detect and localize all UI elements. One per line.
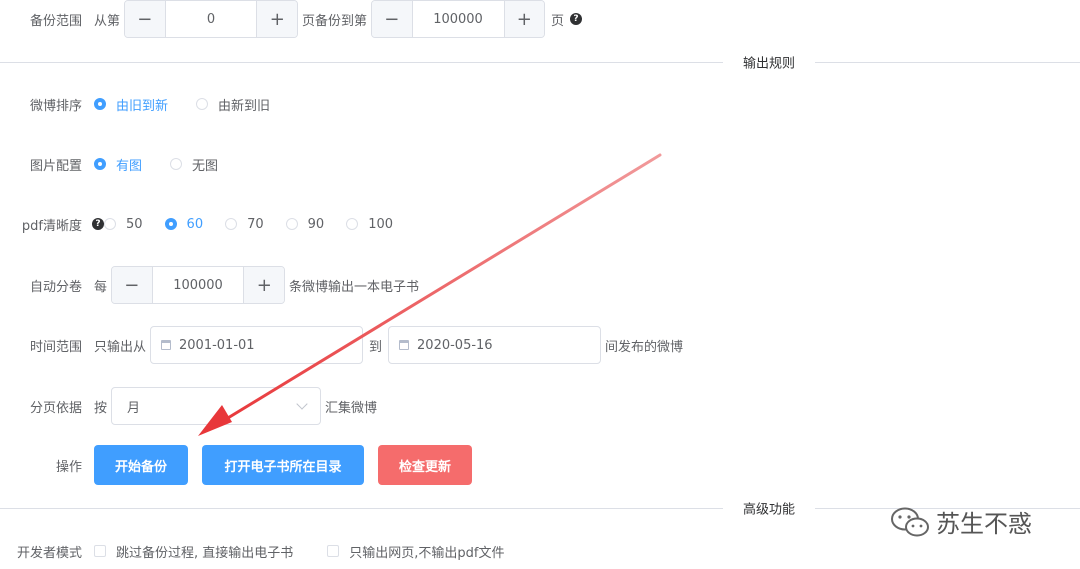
radio-label: 无图 [192, 158, 219, 174]
radio-label: 90 [307, 216, 325, 232]
actions-row: 操作 开始备份 打开电子书所在目录 检查更新 [0, 445, 472, 485]
radio-new-to-old[interactable]: 由新到旧 [196, 95, 270, 114]
split-count-stepper: − 100000 + [111, 266, 286, 304]
time-range-prefix: 只输出从 [94, 339, 147, 355]
radio-label: 70 [247, 216, 264, 232]
to-page-increment-button[interactable]: + [503, 1, 545, 37]
radio-label: 由旧到新 [116, 98, 169, 114]
checkbox-label: 跳过备份过程, 直接输出电子书 [116, 545, 294, 561]
auto-split-row: 自动分卷 每 − 100000 + 条微博输出一本电子书 [0, 265, 419, 305]
calendar-icon [161, 340, 172, 350]
output-rules-divider [0, 62, 1080, 63]
radio-label: 50 [126, 216, 143, 232]
split-count-increment-button[interactable]: + [243, 267, 285, 303]
time-range-label: 时间范围 [29, 339, 82, 355]
page-suffix: 页 [551, 13, 565, 29]
advanced-title: 高级功能 [723, 498, 816, 518]
radio-old-to-new[interactable]: 由旧到新 [94, 95, 168, 114]
radio-quality-50[interactable]: 50 [104, 217, 143, 232]
backup-range-label: 备份范围 [29, 13, 82, 29]
middle-text: 页备份到第 [302, 13, 368, 29]
to-page-decrement-button[interactable]: − [372, 1, 413, 37]
radio-quality-60[interactable]: 60 [164, 216, 204, 232]
pdf-quality-label: pdf清晰度 [21, 218, 82, 234]
question-circle-icon[interactable]: ? [570, 13, 583, 25]
pagination-selected-value: 月 [127, 400, 141, 416]
from-page-stepper: − 0 + [124, 0, 299, 38]
radio-dot [164, 218, 177, 230]
radio-dot [170, 158, 183, 170]
developer-mode-row: 开发者模式 跳过备份过程, 直接输出电子书 只输出网页,不输出pdf文件 [0, 531, 538, 569]
radio-dot [94, 98, 106, 110]
auto-split-prefix: 每 [94, 279, 108, 295]
wechat-logo-icon [891, 507, 929, 536]
checkbox-box [327, 545, 340, 557]
radio-with-image[interactable]: 有图 [94, 155, 142, 174]
pagination-select[interactable]: 月 [111, 387, 322, 425]
pdf-quality-row: pdf清晰度 ? 50 60 70 90 100 [0, 204, 421, 244]
radio-dot [196, 98, 209, 110]
open-ebook-dir-button[interactable]: 打开电子书所在目录 [202, 445, 364, 485]
radio-label: 有图 [116, 158, 143, 174]
backup-settings-page: 备份范围 从第 − 0 + 页备份到第 − 100000 + 页 ? 输出规则 … [0, 0, 1080, 569]
output-rules-title: 输出规则 [723, 52, 816, 72]
time-range-row: 时间范围 只输出从 2001-01-01 到 2020-05-16 间发布的微博 [0, 325, 683, 365]
image-config-row: 图片配置 有图 无图 [0, 144, 246, 184]
from-text: 从第 [94, 13, 121, 29]
time-range-suffix: 间发布的微博 [605, 339, 684, 355]
auto-split-suffix: 条微博输出一本电子书 [289, 279, 420, 295]
start-date-input[interactable]: 2001-01-01 [150, 326, 364, 364]
time-range-middle: 到 [369, 339, 383, 355]
weibo-order-label: 微博排序 [29, 98, 82, 114]
watermark-text: 苏生不惑 [936, 510, 1032, 538]
chevron-down-icon [296, 398, 308, 410]
weibo-order-row: 微博排序 由旧到新 由新到旧 [0, 84, 298, 124]
checkbox-label: 只输出网页,不输出pdf文件 [349, 545, 505, 561]
watermark: 苏生不惑 [888, 504, 1032, 539]
split-count-value[interactable]: 100000 [153, 267, 244, 303]
radio-dot [225, 218, 238, 230]
pagination-row: 分页依据 按 月 汇集微博 [0, 386, 377, 426]
radio-dot [285, 218, 298, 230]
question-circle-icon[interactable]: ? [92, 218, 104, 230]
checkbox-box [94, 545, 106, 557]
pagination-label: 分页依据 [29, 400, 82, 416]
radio-label: 100 [368, 216, 394, 232]
start-date-value: 2001-01-01 [179, 337, 255, 353]
radio-label: 60 [186, 216, 204, 232]
split-count-decrement-button[interactable]: − [112, 267, 153, 303]
skip-backup-checkbox[interactable]: 跳过备份过程, 直接输出电子书 [94, 542, 293, 561]
backup-range-row: 备份范围 从第 − 0 + 页备份到第 − 100000 + 页 ? [0, 0, 583, 38]
calendar-icon [399, 340, 410, 350]
radio-quality-70[interactable]: 70 [225, 217, 264, 232]
to-page-value[interactable]: 100000 [413, 1, 504, 37]
radio-dot [346, 218, 359, 230]
check-update-button[interactable]: 检查更新 [378, 445, 472, 485]
developer-mode-label: 开发者模式 [16, 545, 82, 561]
end-date-value: 2020-05-16 [417, 337, 493, 353]
from-page-value[interactable]: 0 [166, 1, 257, 37]
end-date-input[interactable]: 2020-05-16 [388, 326, 602, 364]
radio-dot [94, 158, 106, 170]
radio-dot [104, 218, 116, 230]
auto-split-label: 自动分卷 [29, 279, 82, 295]
pagination-suffix: 汇集微博 [325, 400, 378, 416]
radio-quality-90[interactable]: 90 [285, 216, 325, 232]
radio-quality-100[interactable]: 100 [346, 217, 393, 232]
pagination-prefix: 按 [94, 400, 108, 416]
from-page-increment-button[interactable]: + [256, 1, 298, 37]
radio-label: 由新到旧 [218, 98, 271, 114]
html-only-checkbox[interactable]: 只输出网页,不输出pdf文件 [327, 542, 504, 561]
from-page-decrement-button[interactable]: − [125, 1, 166, 37]
actions-label: 操作 [55, 459, 82, 475]
to-page-stepper: − 100000 + [371, 0, 546, 38]
image-config-label: 图片配置 [29, 158, 82, 174]
radio-no-image[interactable]: 无图 [170, 155, 218, 174]
start-backup-button[interactable]: 开始备份 [94, 445, 188, 485]
